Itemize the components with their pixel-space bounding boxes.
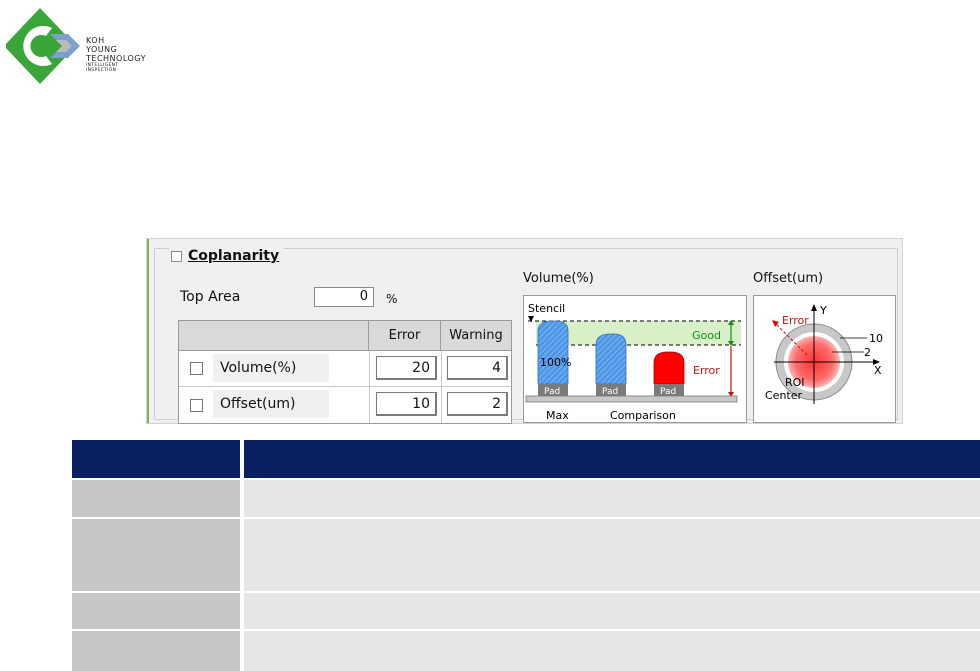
- offset-warning-input[interactable]: 2: [447, 392, 508, 416]
- volume-warning-input[interactable]: 4: [447, 356, 508, 380]
- top-area-label: Top Area: [180, 289, 241, 305]
- volume-diagram: Stencil Good Error 100% Pad Pad Pad Max …: [523, 295, 747, 423]
- pad-label-1: Pad: [544, 387, 560, 397]
- center-label: Center: [765, 389, 803, 402]
- top-area-unit: %: [386, 292, 398, 306]
- coplanarity-header: Coplanarity: [169, 246, 284, 266]
- grid-header-blank: [179, 321, 369, 351]
- company-logo: Koh Young Technology Intelligent Inspect…: [6, 6, 166, 88]
- offset-row-checkbox[interactable]: [189, 398, 203, 412]
- coplanarity-panel: Coplanarity Top Area 0 % Error Warning V…: [146, 238, 903, 424]
- logo-line-1: Koh: [86, 36, 105, 45]
- coplanarity-title: Coplanarity: [188, 248, 280, 264]
- coplanarity-checkbox[interactable]: [171, 250, 182, 262]
- table-cell-label: [72, 631, 240, 671]
- table-cell-value: [244, 480, 980, 517]
- y-axis-label: Y: [819, 304, 827, 317]
- comparison-label: Comparison: [610, 409, 676, 422]
- grid-header-warning: Warning: [441, 321, 511, 351]
- logo-line-3: Technology: [86, 54, 146, 63]
- inner-value-label: 2: [864, 346, 871, 359]
- deposit-comparison: [595, 333, 627, 385]
- logo-line-2: Young: [86, 45, 118, 54]
- roi-label: ROI: [785, 376, 805, 389]
- offset-error-label: Error: [782, 314, 809, 327]
- volume-figure-title: Volume(%): [523, 271, 594, 286]
- logo-tagline-2: Inspection: [86, 68, 117, 73]
- outer-value-label: 10: [869, 332, 883, 345]
- table-header-cell-1: [72, 440, 240, 478]
- x-axis-label: X: [874, 364, 882, 377]
- table-cell-value: [244, 593, 980, 629]
- percent-label: 100%: [540, 356, 571, 369]
- volume-error-input[interactable]: 20: [376, 356, 437, 380]
- table-cell-label: [72, 593, 240, 629]
- table-row: [72, 480, 980, 517]
- offset-figure-title: Offset(um): [753, 271, 824, 286]
- grid-header-error: Error: [369, 321, 441, 351]
- logo-wordmark: Koh Young Technology Intelligent Inspect…: [86, 36, 146, 73]
- deposit-max: [537, 320, 569, 385]
- pad-label-2: Pad: [602, 387, 618, 397]
- offset-error-input[interactable]: 10: [376, 392, 437, 416]
- table-header-row: [72, 440, 980, 478]
- table-cell-value: [244, 631, 980, 671]
- table-row: [72, 631, 980, 671]
- table-cell-value: [244, 519, 980, 591]
- volume-row-label: Volume(%): [213, 354, 329, 382]
- threshold-grid: Error Warning Volume(%) 20 4 Offset(um) …: [178, 320, 512, 424]
- max-label: Max: [546, 409, 569, 422]
- stencil-label: Stencil: [528, 302, 565, 315]
- good-label: Good: [692, 329, 721, 342]
- panel-accent: [147, 239, 149, 423]
- table-row: [72, 519, 980, 591]
- table-header-cell-2: [244, 440, 980, 478]
- volume-error-label: Error: [693, 364, 720, 377]
- table-cell-label: [72, 519, 240, 591]
- grid-row-offset: Offset(um) 10 2: [179, 387, 511, 423]
- coplanarity-groupbox: Coplanarity Top Area 0 % Error Warning V…: [154, 246, 898, 424]
- table-cell-label: [72, 480, 240, 517]
- board: [525, 395, 738, 403]
- logo-mark-icon: [6, 8, 80, 84]
- offset-diagram: Y X Error 10 2 ROI Center: [753, 295, 896, 423]
- pad-label-3: Pad: [660, 387, 676, 397]
- offset-row-label: Offset(um): [213, 390, 329, 418]
- deposit-error: [653, 351, 685, 385]
- table-row: [72, 593, 980, 629]
- grid-row-volume: Volume(%) 20 4: [179, 351, 511, 387]
- top-area-input[interactable]: 0: [314, 287, 374, 307]
- volume-row-checkbox[interactable]: [189, 362, 203, 375]
